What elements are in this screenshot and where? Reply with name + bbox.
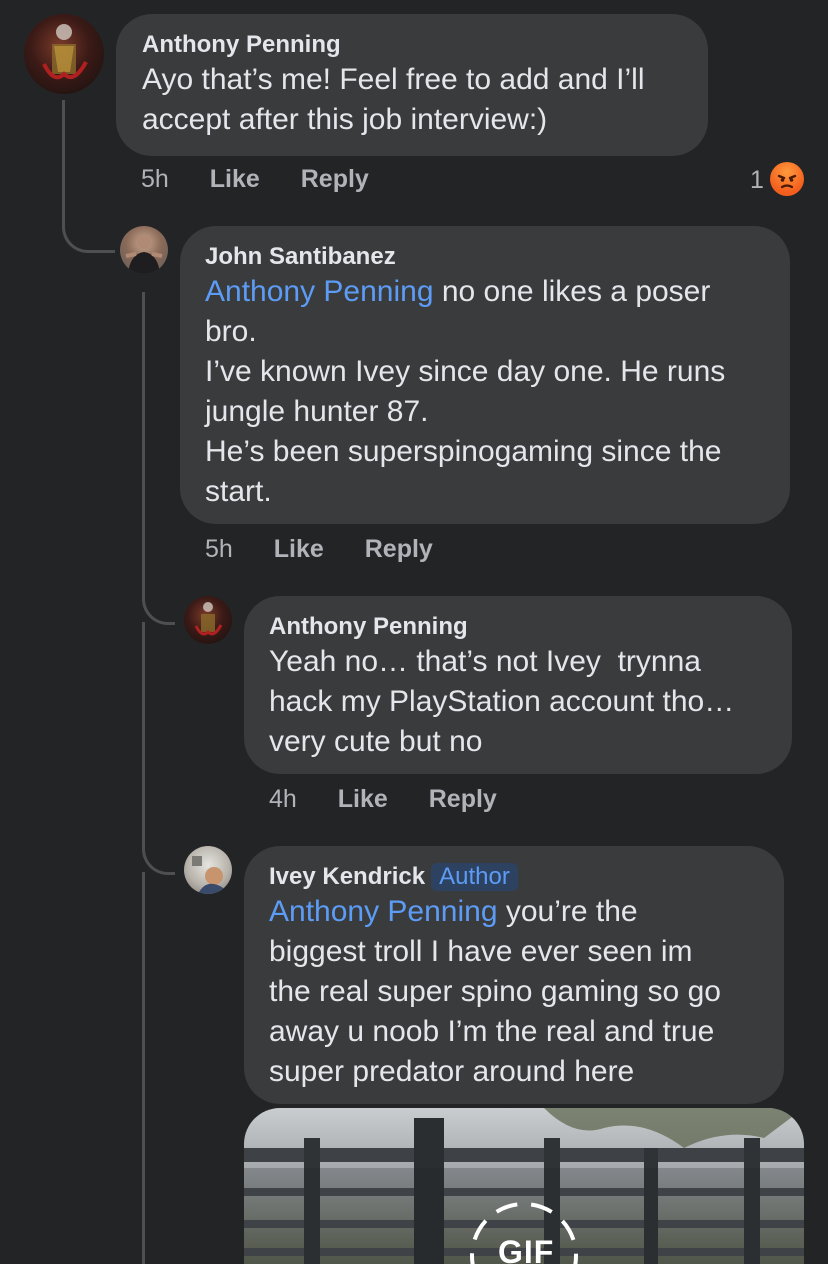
comment-bubble[interactable]: Ivey Kendrick Author Anthony Penning you’… (244, 846, 784, 1104)
avatar[interactable] (184, 596, 232, 644)
comment-text: Yeah no… that’s not Ivey trynna hack my … (269, 642, 767, 762)
comment-line: jungle hunter 87. (205, 395, 429, 428)
comment-line: Ayo that’s me! Feel free to add and I’ll (142, 63, 645, 96)
comment-line-text: no one likes a poser (433, 275, 711, 308)
like-button[interactable]: Like (210, 165, 260, 194)
thread-line-sub-2 (142, 622, 175, 875)
comment-author[interactable]: Anthony Penning (142, 30, 682, 60)
comment-line: accept after this job interview:) (142, 103, 548, 136)
avatar-person-icon (125, 235, 163, 274)
thread-line-sub-3 (142, 872, 145, 1264)
avatar-character-icon (42, 24, 88, 80)
avatar[interactable] (184, 846, 232, 894)
reply-button[interactable]: Reply (301, 165, 369, 194)
mention-link[interactable]: Anthony Penning (205, 275, 434, 308)
avatar-person-icon (192, 856, 228, 894)
timestamp[interactable]: 5h (141, 165, 169, 194)
timestamp[interactable]: 5h (205, 535, 233, 564)
comment-text: Anthony Penning you’re the biggest troll… (269, 892, 759, 1092)
comment-text: Anthony Penning no one likes a poser bro… (205, 272, 765, 512)
comment-line: biggest troll I have ever seen im (269, 935, 693, 968)
gif-attachment[interactable]: GIF (244, 1108, 804, 1264)
reply-button[interactable]: Reply (429, 785, 497, 814)
comment-author[interactable]: John Santibanez (205, 242, 765, 272)
timestamp[interactable]: 4h (269, 785, 297, 814)
reply-button[interactable]: Reply (365, 535, 433, 564)
avatar[interactable] (24, 14, 104, 94)
comment-line: away u noob I’m the real and true (269, 1015, 715, 1048)
comment-bubble[interactable]: John Santibanez Anthony Penning no one l… (180, 226, 790, 524)
thread-line-sub-1 (142, 292, 175, 625)
comment-line: bro. (205, 315, 257, 348)
mention-link[interactable]: Anthony Penning (269, 895, 498, 928)
comment-line: Anthony Penning no one likes a poser (205, 272, 765, 312)
comment-line: He’s been superspinogaming since the (205, 435, 722, 468)
comment-line: very cute but no (269, 725, 483, 758)
comment-line-text: you’re the (497, 895, 638, 928)
comment-actions: 5h Like Reply (141, 165, 369, 194)
comment-line: the real super spino gaming so go (269, 975, 721, 1008)
avatar[interactable] (120, 226, 168, 274)
comment-line: hack my PlayStation account tho… (269, 685, 735, 718)
comment-line: super predator around here (269, 1055, 635, 1088)
comment-actions: 4h Like Reply (269, 785, 497, 814)
comment-author[interactable]: Ivey Kendrick (269, 863, 425, 890)
like-button[interactable]: Like (274, 535, 324, 564)
comment-author-row: Ivey Kendrick Author (269, 862, 759, 892)
reaction-count[interactable]: 1 (750, 166, 764, 195)
comment-bubble[interactable]: Anthony Penning Yeah no… that’s not Ivey… (244, 596, 792, 774)
angry-reaction-icon[interactable] (770, 162, 804, 196)
comment-line: Yeah no… that’s not Ivey trynna (269, 645, 701, 678)
author-badge: Author (431, 863, 518, 891)
comment-bubble[interactable]: Anthony Penning Ayo that’s me! Feel free… (116, 14, 708, 156)
comment-actions: 5h Like Reply (205, 535, 433, 564)
avatar-character-icon (194, 602, 223, 636)
gif-label: GIF (498, 1234, 555, 1264)
comment-line: I’ve known Ivey since day one. He runs (205, 355, 726, 388)
comment-author[interactable]: Anthony Penning (269, 612, 767, 642)
comment-line: start. (205, 475, 272, 508)
like-button[interactable]: Like (338, 785, 388, 814)
comment-line: Anthony Penning you’re the (269, 892, 759, 932)
thread-line-main (62, 100, 115, 253)
comment-text: Ayo that’s me! Feel free to add and I’ll… (142, 60, 682, 140)
